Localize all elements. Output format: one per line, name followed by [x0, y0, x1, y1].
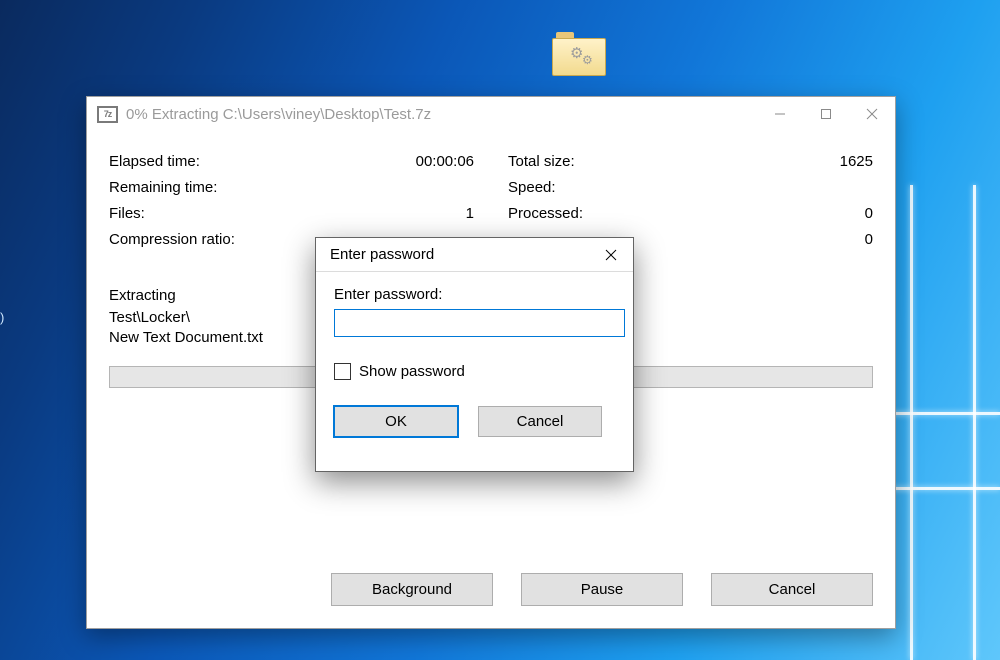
maximize-button[interactable]: [803, 98, 849, 130]
minimize-button[interactable]: [757, 98, 803, 130]
dialog-close-button[interactable]: [589, 240, 633, 270]
bg-lightbar: [910, 185, 913, 660]
bg-lightbar: [973, 185, 976, 660]
sevenzip-icon: 7z: [97, 106, 118, 123]
cancel-button-label: Cancel: [769, 581, 816, 598]
processed-label: Processed:: [508, 201, 583, 227]
ok-button[interactable]: OK: [334, 406, 458, 437]
files-label: Files:: [109, 201, 145, 227]
cancel-button[interactable]: Cancel: [711, 573, 873, 606]
ok-button-label: OK: [385, 413, 407, 430]
password-input[interactable]: [334, 309, 625, 337]
desktop-folder-icon[interactable]: ⚙ ⚙: [552, 30, 604, 74]
dialog-titlebar[interactable]: Enter password: [316, 238, 633, 272]
compressed-size-value: 0: [865, 227, 873, 253]
pause-button-label: Pause: [581, 581, 624, 598]
dialog-cancel-button[interactable]: Cancel: [478, 406, 602, 437]
total-size-label: Total size:: [508, 149, 575, 175]
enter-password-dialog: Enter password Enter password: Show pass…: [315, 237, 634, 472]
close-button[interactable]: [849, 98, 895, 130]
elapsed-time-label: Elapsed time:: [109, 149, 200, 175]
gear-icon: ⚙: [582, 53, 593, 67]
password-field-label: Enter password:: [334, 286, 615, 303]
show-password-label: Show password: [359, 363, 465, 380]
background-button-label: Background: [372, 581, 452, 598]
background-button[interactable]: Background: [331, 573, 493, 606]
close-icon: [866, 108, 878, 120]
dialog-cancel-button-label: Cancel: [517, 413, 564, 430]
pause-button[interactable]: Pause: [521, 573, 683, 606]
files-value: 1: [466, 201, 474, 227]
window-title: 0% Extracting C:\Users\viney\Desktop\Tes…: [126, 106, 757, 123]
elapsed-time-value: 00:00:06: [416, 149, 474, 175]
minimize-icon: [774, 108, 786, 120]
speed-label: Speed:: [508, 175, 556, 201]
titlebar[interactable]: 7z 0% Extracting C:\Users\viney\Desktop\…: [87, 97, 895, 131]
compression-ratio-label: Compression ratio:: [109, 227, 235, 253]
remaining-time-label: Remaining time:: [109, 175, 217, 201]
dialog-title: Enter password: [330, 246, 434, 263]
maximize-icon: [820, 108, 832, 120]
show-password-checkbox[interactable]: [334, 363, 351, 380]
close-icon: [605, 249, 617, 261]
offscreen-label-fragment: ): [0, 310, 4, 325]
processed-value: 0: [865, 201, 873, 227]
total-size-value: 1625: [840, 149, 873, 175]
desktop-background: ) ⚙ ⚙ 7z 0% Extracting C:\Users\viney\De…: [0, 0, 1000, 660]
